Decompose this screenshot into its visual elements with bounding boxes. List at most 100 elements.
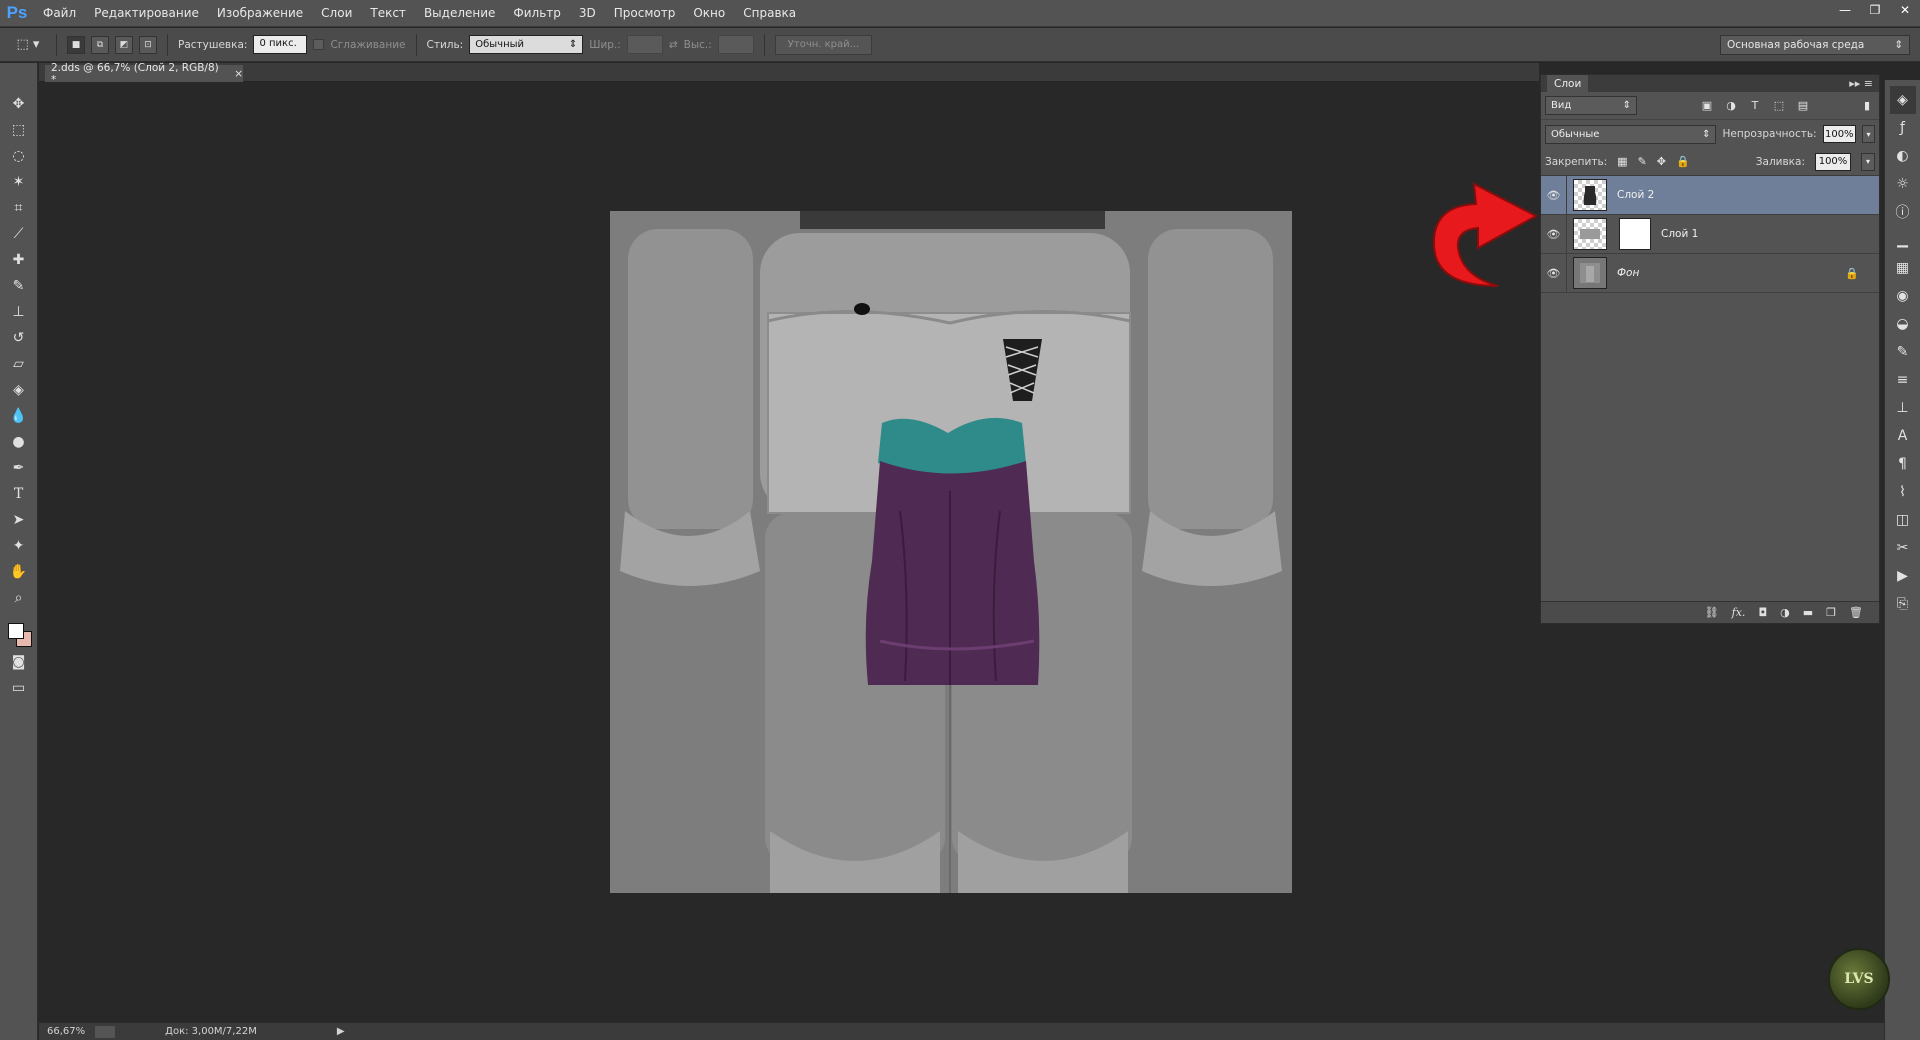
opacity-input[interactable]: 100% bbox=[1822, 125, 1856, 143]
menu-3d[interactable]: 3D bbox=[570, 0, 605, 27]
dodge-tool-icon[interactable]: ● bbox=[5, 429, 33, 455]
marquee-tool-icon[interactable]: ⬚ bbox=[5, 117, 33, 143]
menu-image[interactable]: Изображение bbox=[208, 0, 312, 27]
canvas-area[interactable] bbox=[39, 83, 1539, 1021]
swatches-dock-icon[interactable]: ▦ bbox=[1890, 254, 1916, 282]
document-tab[interactable]: 2.dds @ 66,7% (Слой 2, RGB/8) * × bbox=[45, 62, 243, 86]
eraser-tool-icon[interactable]: ▱ bbox=[5, 351, 33, 377]
zoom-tool-icon[interactable]: ⌕ bbox=[5, 585, 33, 611]
new-selection-icon[interactable]: ■ bbox=[67, 35, 85, 54]
refine-edge-button[interactable]: Уточн. край... bbox=[774, 34, 873, 55]
menu-select[interactable]: Выделение bbox=[415, 0, 504, 27]
shape-tool-icon[interactable]: ✦ bbox=[5, 533, 33, 559]
color-swatches[interactable] bbox=[4, 617, 34, 649]
close-tab-icon[interactable]: × bbox=[234, 68, 243, 80]
filter-toggle-icon[interactable]: ▮ bbox=[1859, 99, 1875, 112]
actions-dock-icon[interactable]: ▶ bbox=[1890, 562, 1916, 590]
delete-layer-icon[interactable]: 🗑 bbox=[1849, 606, 1863, 619]
layer-thumbnail[interactable] bbox=[1573, 257, 1607, 289]
visibility-eye-icon[interactable]: 👁 bbox=[1541, 253, 1567, 293]
brush-dock-icon[interactable]: ≡ bbox=[1890, 366, 1916, 394]
menu-help[interactable]: Справка bbox=[734, 0, 805, 27]
layer-style-fx-icon[interactable]: fx. bbox=[1732, 606, 1746, 619]
layer-thumbnail[interactable] bbox=[1573, 218, 1607, 250]
history-brush-tool-icon[interactable]: ↺ bbox=[5, 325, 33, 351]
zoom-level[interactable]: 66,67% bbox=[47, 1026, 85, 1037]
color-dock-icon[interactable]: ◐ bbox=[1890, 142, 1916, 170]
brush-presets-dock-icon[interactable]: ✎ bbox=[1890, 338, 1916, 366]
layer-name[interactable]: Слой 2 bbox=[1617, 189, 1654, 201]
layers-tab[interactable]: Слои bbox=[1547, 75, 1589, 92]
filter-type-icon[interactable]: T bbox=[1747, 99, 1763, 112]
paint-bucket-tool-icon[interactable]: ◈ bbox=[5, 377, 33, 403]
screen-mode-icon[interactable]: ▭ bbox=[5, 675, 33, 701]
filter-adjustment-icon[interactable]: ◑ bbox=[1723, 99, 1739, 112]
menu-file[interactable]: Файл bbox=[34, 0, 85, 27]
style-select[interactable]: Обычный ⇕ bbox=[469, 35, 584, 54]
pen-tool-icon[interactable]: ✒ bbox=[5, 455, 33, 481]
restore-icon[interactable]: ❐ bbox=[1860, 0, 1890, 20]
new-group-icon[interactable]: ▬ bbox=[1803, 606, 1813, 619]
antialias-checkbox[interactable] bbox=[313, 39, 325, 50]
stamp-tool-icon[interactable]: ⊥ bbox=[5, 299, 33, 325]
channels-dock-icon[interactable]: ◫ bbox=[1890, 506, 1916, 534]
info-dock-icon[interactable]: ⓘ bbox=[1890, 198, 1916, 226]
clone-source-dock-icon[interactable]: ⊥ bbox=[1890, 394, 1916, 422]
menu-filter[interactable]: Фильтр bbox=[504, 0, 569, 27]
move-tool-icon[interactable]: ✥ bbox=[5, 91, 33, 117]
intersect-selection-icon[interactable]: ⊡ bbox=[139, 35, 157, 54]
document-canvas[interactable] bbox=[610, 211, 1292, 893]
healing-brush-tool-icon[interactable]: ✚ bbox=[5, 247, 33, 273]
link-layers-icon[interactable]: ⛓ bbox=[1705, 606, 1719, 619]
crop-tool-icon[interactable]: ⌗ bbox=[5, 195, 33, 221]
menu-text[interactable]: Текст bbox=[361, 0, 415, 27]
lock-position-icon[interactable]: ✥ bbox=[1657, 155, 1666, 168]
menu-layers[interactable]: Слои bbox=[312, 0, 361, 27]
fill-input[interactable]: 100% bbox=[1815, 152, 1851, 171]
adjustments-dock-icon[interactable]: ☼ bbox=[1890, 170, 1916, 198]
adjustment-layer-icon[interactable]: ◑ bbox=[1780, 606, 1790, 619]
history-dock-icon[interactable]: ⎘ bbox=[1890, 590, 1916, 618]
layer-row[interactable]: 👁 Слой 2 bbox=[1541, 175, 1879, 215]
subtract-selection-icon[interactable]: ◩ bbox=[115, 35, 133, 54]
filter-pixel-icon[interactable]: ▣ bbox=[1699, 99, 1715, 112]
magic-wand-tool-icon[interactable]: ✶ bbox=[5, 169, 33, 195]
menu-window[interactable]: Окно bbox=[684, 0, 734, 27]
layer-filter-select[interactable]: Вид ⇕ bbox=[1545, 96, 1637, 115]
lasso-tool-icon[interactable]: ◌ bbox=[5, 143, 33, 169]
lock-all-icon[interactable]: 🔒 bbox=[1676, 155, 1690, 168]
opacity-dropdown-icon[interactable]: ▾ bbox=[1861, 125, 1875, 143]
feather-input[interactable]: 0 пикс. bbox=[253, 35, 308, 54]
layer-row[interactable]: 👁 Фон 🔒 bbox=[1541, 253, 1879, 293]
menu-edit[interactable]: Редактирование bbox=[85, 0, 208, 27]
visibility-eye-icon[interactable]: 👁 bbox=[1541, 175, 1567, 215]
add-selection-icon[interactable]: ⧉ bbox=[91, 35, 109, 54]
blur-tool-icon[interactable]: 💧 bbox=[5, 403, 33, 429]
add-mask-icon[interactable]: ◘ bbox=[1758, 606, 1767, 619]
panel-menu-icon[interactable]: ▸▸ ≡ bbox=[1849, 77, 1873, 90]
brush-tool-icon[interactable]: ✎ bbox=[5, 273, 33, 299]
lock-pixels-icon[interactable]: ✎ bbox=[1638, 155, 1647, 168]
layers-dock-icon[interactable]: ◈ bbox=[1889, 86, 1916, 114]
layer-name[interactable]: Слой 1 bbox=[1661, 228, 1698, 240]
close-icon[interactable]: ✕ bbox=[1890, 0, 1920, 20]
histogram-dock-icon[interactable]: ▁ bbox=[1890, 226, 1916, 254]
eyedropper-tool-icon[interactable]: ⟋ bbox=[5, 221, 33, 247]
visibility-eye-icon[interactable]: 👁 bbox=[1541, 214, 1567, 254]
type-tool-icon[interactable]: T bbox=[5, 481, 33, 507]
tools-presets-dock-icon[interactable]: ✂ bbox=[1890, 534, 1916, 562]
status-menu-arrow-icon[interactable]: ▶ bbox=[337, 1026, 345, 1037]
paths-dock-icon[interactable]: ⌇ bbox=[1890, 478, 1916, 506]
layer-mask-thumbnail[interactable] bbox=[1619, 218, 1651, 250]
blend-mode-select[interactable]: Обычные ⇕ bbox=[1545, 124, 1717, 144]
character-dock-icon[interactable]: A bbox=[1890, 422, 1916, 450]
palette-dock-icon[interactable]: ◉ bbox=[1890, 282, 1916, 310]
foreground-color-swatch[interactable] bbox=[7, 623, 24, 639]
filter-smart-object-icon[interactable]: ▤ bbox=[1795, 99, 1811, 112]
new-layer-icon[interactable]: ❐ bbox=[1826, 606, 1836, 619]
layer-name[interactable]: Фон bbox=[1617, 267, 1639, 279]
hand-tool-icon[interactable]: ✋ bbox=[5, 559, 33, 585]
paragraph-dock-icon[interactable]: ¶ bbox=[1890, 450, 1916, 478]
filter-shape-icon[interactable]: ⬚ bbox=[1771, 99, 1787, 112]
workspace-select[interactable]: Основная рабочая среда ⇕ bbox=[1720, 35, 1910, 55]
